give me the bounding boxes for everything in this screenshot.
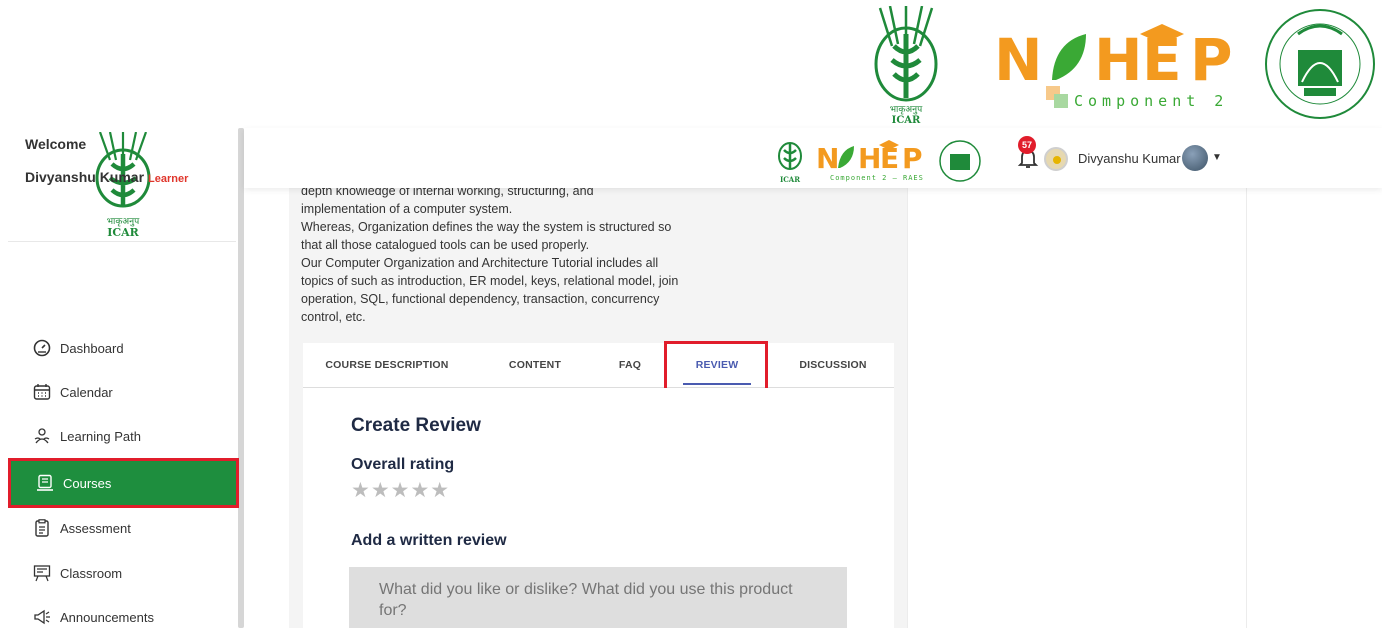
- svg-text:N: N: [816, 142, 839, 175]
- nahep-logo: N H E P Component 2: [994, 24, 1233, 110]
- assessment-icon: [32, 518, 52, 538]
- classroom-icon: [32, 563, 52, 583]
- icar-text: ICAR: [780, 175, 800, 184]
- sidebar-item-label: Dashboard: [60, 340, 124, 356]
- overall-rating-label: Overall rating: [351, 456, 455, 473]
- svg-text:P: P: [1190, 26, 1233, 94]
- announcements-icon: [32, 607, 52, 627]
- review-tab-highlight: [664, 341, 768, 393]
- icar-text: ICAR: [107, 226, 139, 238]
- icar-hindi-text: भाकृअनुप: [890, 105, 923, 115]
- user-role-badge: Learner: [148, 173, 189, 185]
- star-rating-input[interactable]: ★★★★★: [351, 478, 450, 503]
- sidebar-item-assessment[interactable]: Assessment: [8, 506, 236, 550]
- brand-banner: भाकृअनुप ICAR N H E P Component 2: [862, 0, 1382, 128]
- sidebar-item-announcements[interactable]: Announcements: [8, 595, 236, 639]
- sidebar-scrollbar[interactable]: [238, 128, 244, 628]
- calendar-icon: [32, 382, 52, 402]
- svg-text:P: P: [902, 142, 923, 175]
- iasri-small-logo: [939, 140, 981, 182]
- icar-text: ICAR: [892, 115, 921, 124]
- description-line: Whereas, Organization defines the way th…: [301, 220, 672, 234]
- sidebar-item-learning-path[interactable]: Learning Path: [8, 414, 236, 458]
- create-review-title: Create Review: [351, 415, 481, 436]
- description-line: topics of such as introduction, ER model…: [301, 274, 679, 288]
- component-text: Component 2: [1074, 92, 1228, 110]
- sidebar-item-label: Assessment: [60, 520, 131, 536]
- tab-discussion[interactable]: DISCUSSION: [785, 343, 881, 387]
- tab-course-description[interactable]: COURSE DESCRIPTION: [317, 343, 457, 387]
- learning-path-icon: [32, 426, 52, 446]
- svg-text:N: N: [994, 26, 1043, 94]
- welcome-text: Welcome: [25, 136, 87, 152]
- courses-icon: [35, 473, 55, 493]
- sidebar-item-label: Calendar: [60, 384, 113, 400]
- sidebar-item-label: Courses: [63, 475, 112, 491]
- written-review-label: Add a written review: [351, 532, 507, 549]
- chevron-down-icon[interactable]: ▼: [1212, 152, 1222, 163]
- description-line: operation, SQL, functional dependency, t…: [301, 292, 660, 306]
- sidebar-item-calendar[interactable]: Calendar: [8, 370, 236, 414]
- sidebar-item-label: Classroom: [60, 565, 123, 581]
- course-description: depth knowledge of internal working, str…: [301, 182, 751, 326]
- svg-text:H: H: [858, 142, 881, 175]
- description-line: implementation of a computer system.: [301, 202, 513, 216]
- header-user-name[interactable]: Divyanshu Kumar: [1078, 151, 1181, 166]
- review-textarea[interactable]: [349, 567, 847, 628]
- description-line: that all those catalogued tools can be u…: [301, 238, 590, 252]
- icar-logo: भाकृअनुप ICAR: [874, 6, 938, 124]
- svg-text:H: H: [1094, 26, 1143, 94]
- sidebar-item-courses[interactable]: Courses: [8, 458, 239, 508]
- avatar[interactable]: [1044, 147, 1068, 171]
- sidebar-item-label: Learning Path: [60, 428, 141, 444]
- description-line: Our Computer Organization and Architectu…: [301, 256, 659, 270]
- dashboard-icon: [32, 338, 52, 358]
- description-line: control, etc.: [301, 310, 366, 324]
- top-header: ICAR N H E P Component 2 – RAES 57 Divya…: [244, 128, 1382, 188]
- tab-content[interactable]: CONTENT: [493, 343, 577, 387]
- sidebar-item-classroom[interactable]: Classroom: [8, 551, 236, 595]
- notification-badge: 57: [1018, 136, 1036, 154]
- sidebar-item-dashboard[interactable]: Dashboard: [8, 326, 236, 370]
- profile-picture[interactable]: [1182, 145, 1208, 171]
- iasri-logo: [1265, 9, 1375, 119]
- sidebar-user: Divyanshu Kumar Learner: [25, 169, 188, 185]
- sidebar-item-label: Announcements: [60, 609, 154, 625]
- header-brand-logos: ICAR N H E P Component 2 – RAES: [778, 140, 981, 184]
- icar-logo: भाकृअनुप ICAR: [95, 132, 151, 238]
- component-small-text: Component 2 – RAES: [830, 174, 924, 182]
- tab-faq[interactable]: FAQ: [603, 343, 657, 387]
- sidebar-user-name: Divyanshu Kumar: [25, 169, 145, 185]
- icar-small-logo: ICAR: [778, 142, 802, 184]
- right-panel: [907, 150, 1247, 628]
- course-tabs: COURSE DESCRIPTION CONTENT FAQ REVIEW DI…: [303, 343, 894, 388]
